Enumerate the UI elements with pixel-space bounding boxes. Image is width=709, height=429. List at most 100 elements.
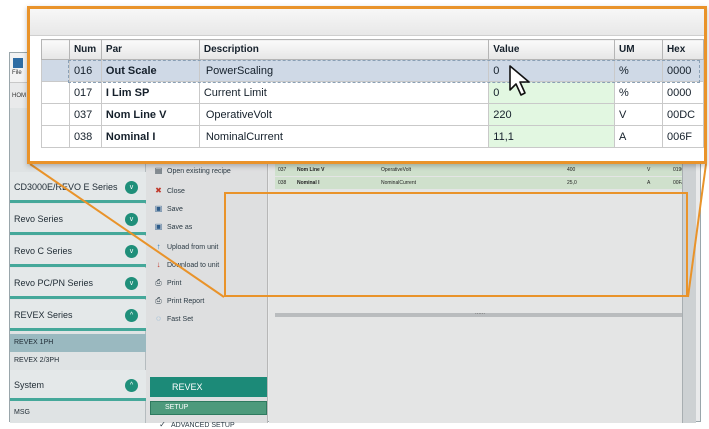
cell-value[interactable]: 25,0	[567, 180, 577, 186]
home-tab[interactable]: HOM	[12, 93, 26, 99]
menu-item-label: Save	[167, 206, 183, 213]
table-row[interactable]: 038 Nominal I NominalCurrent 25,0 A 00FA	[275, 177, 692, 189]
cell-value[interactable]: 11,1	[488, 125, 616, 148]
chevron-up-icon[interactable]: ^	[125, 309, 138, 322]
print-icon: ⎙	[155, 278, 162, 287]
download-icon: ↓	[156, 260, 161, 269]
cell-num: 037	[68, 103, 102, 126]
cell-num: 017	[68, 81, 102, 104]
table-row[interactable]: 017 I Lim SP Current Limit 0 % 0000	[41, 81, 704, 104]
sidebar-subitem-revex-23ph[interactable]: REVEX 2/3PH	[10, 352, 146, 370]
sidebar-item-label: Revo C Series	[14, 246, 73, 256]
menu-open-existing-recipe[interactable]: ▤ Open existing recipe	[154, 165, 231, 177]
cell-um: A	[614, 125, 663, 148]
menu-item-label: Save as	[167, 224, 193, 231]
zoom-header-strip	[30, 9, 704, 36]
cell-description: OperativeVolt	[381, 167, 412, 173]
cell-um: %	[614, 59, 663, 82]
cell-um: A	[647, 180, 651, 186]
close-icon: ✖	[155, 186, 162, 195]
parameter-grid: Num Par Description Value UM Hex 016 Out…	[41, 39, 704, 148]
print-report-icon: ⎙	[155, 296, 162, 305]
cell-par: Nom Line V	[100, 103, 200, 126]
file-menu[interactable]: File	[12, 70, 22, 76]
splitter-grip: ......	[475, 310, 486, 316]
sidebar-subitem-revex-1ph[interactable]: REVEX 1PH	[10, 334, 146, 352]
menu-fast-set[interactable]: ◌ Fast Set	[154, 313, 193, 325]
cell-description: NominalCurrent	[198, 125, 490, 148]
sidebar-item-system[interactable]: System ^	[10, 370, 146, 401]
chevron-down-icon[interactable]: v	[125, 245, 138, 258]
col-header-um[interactable]: UM	[614, 39, 663, 60]
cell-par: Nominal I	[100, 125, 200, 148]
app-logo-icon	[13, 58, 23, 68]
sidebar-item-revo-pc-pn[interactable]: Revo PC/PN Series v	[10, 268, 146, 299]
fast-set-icon: ◌	[156, 314, 161, 323]
sidebar-subitem-msg[interactable]: MSG	[10, 404, 146, 422]
sidebar-item-cd3000e[interactable]: CD3000E/REVO E Series v	[10, 172, 146, 203]
col-header-value[interactable]: Value	[488, 39, 616, 60]
col-header-par[interactable]: Par	[100, 39, 200, 60]
cell-par: Nominal I	[297, 180, 320, 186]
menu-item-label: Close	[167, 188, 185, 195]
cell-value[interactable]: 400	[567, 167, 575, 173]
table-row[interactable]: 038 Nominal I NominalCurrent 11,1 A 006F	[41, 125, 704, 148]
sidebar-item-label: REVEX Series	[14, 310, 73, 320]
sidebar-item-label: Revo PC/PN Series	[14, 278, 94, 288]
grid-header-row: Num Par Description Value UM Hex	[41, 39, 704, 60]
menu-advanced-setup[interactable]: ✓ ADVANCED SETUP	[158, 419, 235, 429]
save-icon: ▣	[154, 204, 163, 213]
chevron-down-icon[interactable]: v	[125, 181, 138, 194]
menu-download-to-unit[interactable]: ↓ Download to unit	[154, 259, 220, 271]
menu-save[interactable]: ▣ Save	[154, 203, 183, 215]
row-indicator[interactable]	[41, 59, 70, 82]
table-row-selected[interactable]: 016 Out Scale PowerScaling 0 % 0000	[41, 59, 704, 82]
sidebar-item-revo[interactable]: Revo Series v	[10, 204, 146, 235]
row-indicator[interactable]	[41, 103, 70, 126]
cell-um: V	[614, 103, 663, 126]
sidebar-item-revo-c[interactable]: Revo C Series v	[10, 236, 146, 267]
menu-close[interactable]: ✖ Close	[154, 185, 185, 197]
menu-upload-from-unit[interactable]: ↑ Upload from unit	[154, 241, 219, 253]
cell-um: V	[647, 167, 651, 173]
chevron-up-icon[interactable]: ^	[125, 379, 138, 392]
splitter-handle[interactable]: ......	[275, 310, 692, 317]
menu-print[interactable]: ⎙ Print	[154, 277, 181, 289]
mouse-pointer-icon	[509, 65, 530, 96]
menu-setup[interactable]: SETUP	[150, 401, 267, 415]
menu-item-label: Fast Set	[167, 316, 194, 323]
menu-item-label: Open existing recipe	[167, 168, 231, 175]
menu-section-revex[interactable]: REVEX	[150, 377, 267, 397]
menu-item-label: ADVANCED SETUP	[171, 422, 235, 429]
col-header-description[interactable]: Description	[198, 39, 490, 60]
cell-description: OperativeVolt	[198, 103, 490, 126]
sidebar-item-label: System	[14, 380, 45, 390]
menu-item-label: Print Report	[167, 298, 205, 305]
menu-item-label: Upload from unit	[167, 244, 219, 251]
check-icon: ✓	[159, 420, 166, 429]
cell-um: %	[614, 81, 663, 104]
cell-value[interactable]: 220	[488, 103, 616, 126]
cell-description: Current Limit	[198, 81, 490, 104]
cell-num: 037	[278, 167, 287, 173]
sidebar-item-revex[interactable]: REVEX Series ^	[10, 300, 146, 331]
menu-print-report[interactable]: ⎙ Print Report	[154, 295, 204, 307]
sidebar-item-label: Revo Series	[14, 214, 64, 224]
row-header-corner	[41, 39, 70, 60]
col-header-num[interactable]: Num	[68, 39, 102, 60]
cell-hex: 0000	[661, 59, 704, 82]
menu-item-label: Print	[167, 280, 182, 287]
cell-par: Nom Line V	[297, 167, 325, 173]
cell-num: 038	[68, 125, 102, 148]
row-indicator[interactable]	[41, 81, 70, 104]
chevron-down-icon[interactable]: v	[125, 213, 138, 226]
menu-item-label: Download to unit	[167, 262, 220, 269]
table-row[interactable]: 037 Nom Line V OperativeVolt 220 V 00DC	[41, 103, 704, 126]
cell-num: 016	[68, 59, 102, 82]
screenshot-stage: File HOM CD MU CD3000E/REVO E Series v R…	[0, 0, 709, 429]
col-header-hex[interactable]: Hex	[661, 39, 704, 60]
chevron-down-icon[interactable]: v	[125, 277, 138, 290]
row-indicator[interactable]	[41, 125, 70, 148]
menu-save-as[interactable]: ▣ Save as	[154, 221, 193, 233]
table-row[interactable]: 037 Nom Line V OperativeVolt 400 V 0190	[275, 164, 692, 176]
